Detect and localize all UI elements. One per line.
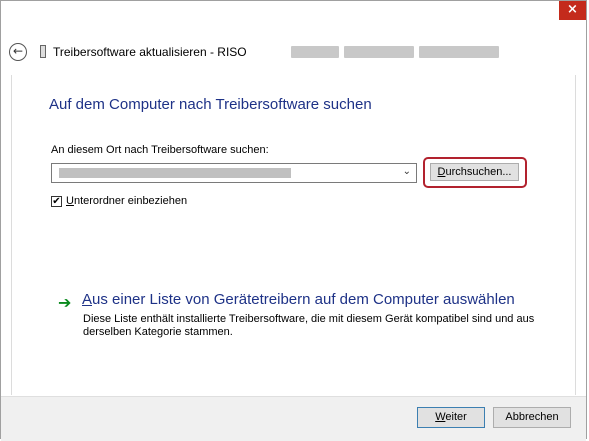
redacted-path-value	[59, 168, 291, 178]
back-arrow-icon: ←	[12, 44, 24, 58]
next-button[interactable]: Weiter	[417, 407, 485, 428]
cancel-button[interactable]: Abbrechen	[493, 407, 571, 428]
checkmark-icon: ✔	[52, 196, 61, 207]
include-subfolders-checkbox[interactable]: ✔	[51, 196, 62, 207]
wizard-header: ← Treibersoftware aktualisieren - RISO	[9, 43, 569, 65]
include-subfolders-label: Unterordner einbeziehen	[66, 195, 188, 207]
wizard-content: Auf dem Computer nach Treibersoftware su…	[11, 75, 576, 395]
redacted-device-name	[291, 46, 339, 58]
wizard-title: Treibersoftware aktualisieren - RISO	[53, 45, 247, 59]
pick-from-list-link[interactable]: Aus einer Liste von Gerätetreibern auf d…	[82, 291, 515, 308]
dialog-window: × ← Treibersoftware aktualisieren - RISO…	[0, 0, 587, 441]
path-combobox[interactable]: ⌄	[51, 163, 417, 183]
chevron-down-icon[interactable]: ⌄	[403, 166, 411, 177]
title-bar: ×	[1, 1, 586, 31]
device-icon	[40, 45, 46, 58]
redacted-device-name	[344, 46, 414, 58]
close-icon: ×	[567, 2, 578, 17]
browse-button[interactable]: Durchsuchen...	[430, 163, 519, 181]
path-label: An diesem Ort nach Treibersoftware suche…	[51, 144, 269, 156]
button-bar: Weiter Abbrechen	[1, 396, 586, 441]
highlight-ring: Durchsuchen...	[423, 157, 527, 188]
pick-from-list-description: Diese Liste enthält installierte Treiber…	[83, 313, 535, 338]
close-button[interactable]: ×	[559, 1, 586, 20]
back-button[interactable]: ←	[9, 43, 27, 61]
redacted-device-name	[419, 46, 499, 58]
green-arrow-icon: ➔	[58, 293, 72, 312]
page-heading: Auf dem Computer nach Treibersoftware su…	[49, 96, 372, 113]
